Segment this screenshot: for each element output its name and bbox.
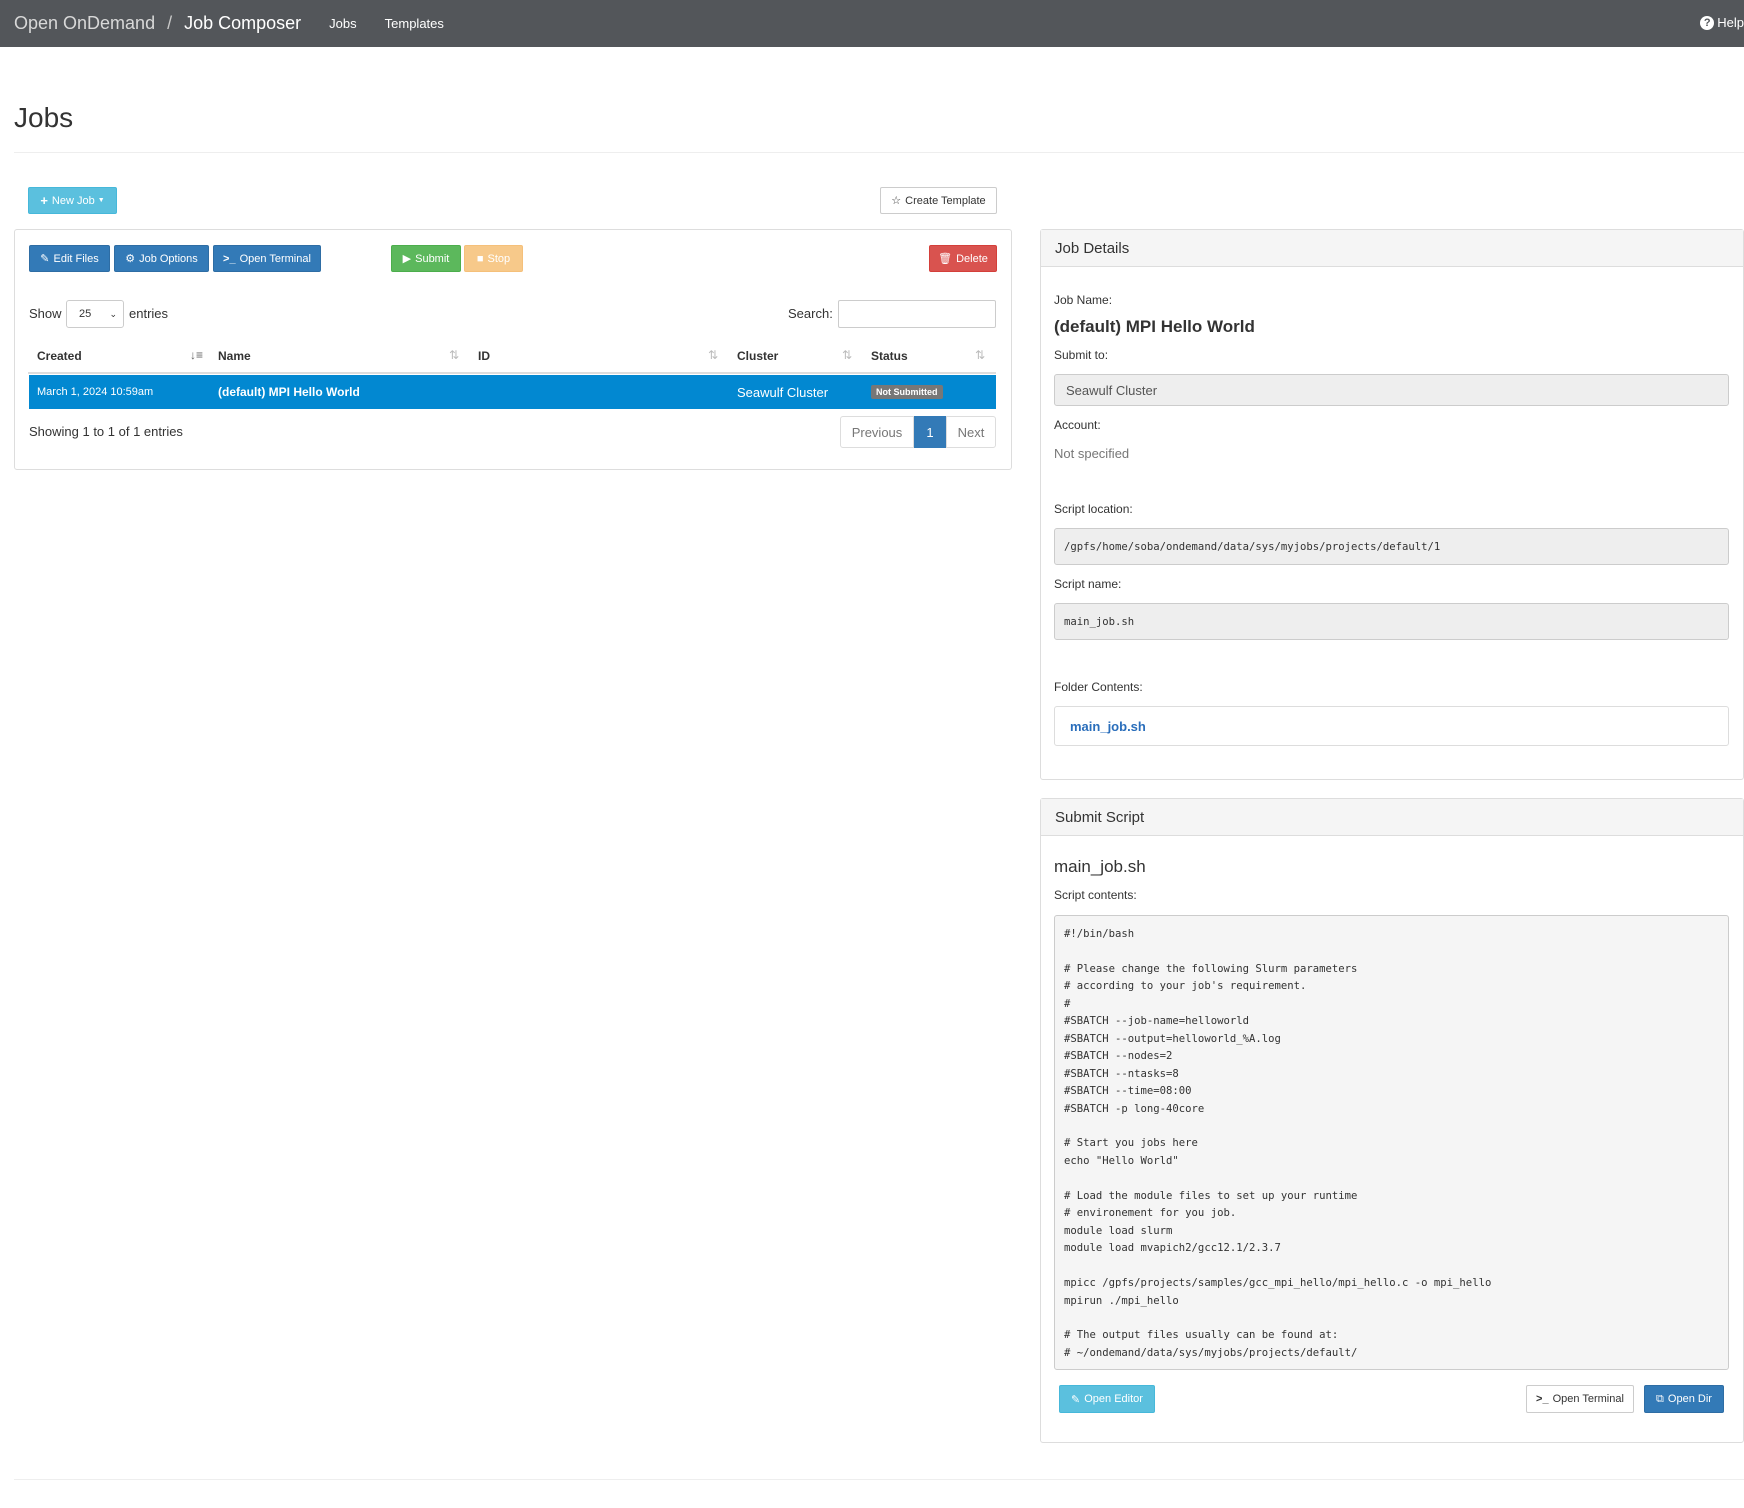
job-name-value: (default) MPI Hello World — [1054, 317, 1255, 336]
folder-contents-list: main_job.sh — [1054, 706, 1729, 746]
account-label: Account: — [1054, 418, 1101, 432]
script-filename: main_job.sh — [1054, 857, 1146, 876]
script-open-terminal-button[interactable]: >_ Open Terminal — [1526, 1385, 1634, 1413]
job-options-label: Job Options — [139, 252, 198, 265]
page-size-select[interactable]: 25 ⌄ — [66, 300, 124, 328]
script-contents-label: Script contents: — [1054, 888, 1137, 902]
caret-down-icon: ▼ — [97, 197, 105, 204]
new-job-dropdown-button[interactable]: + New Job ▼ — [28, 187, 117, 214]
terminal-icon: >_ — [223, 252, 236, 265]
script-name-value: main_job.sh — [1064, 616, 1135, 628]
sort-desc-icon: ↓≡ — [190, 348, 204, 362]
open-terminal-label: Open Terminal — [239, 252, 311, 265]
script-name-label: Script name: — [1054, 577, 1122, 591]
sort-icon: ⇅ — [708, 348, 719, 362]
script-contents: #!/bin/bash # Please change the followin… — [1054, 915, 1729, 1370]
submit-to-value: Seawulf Cluster — [1066, 383, 1158, 398]
submit-button[interactable]: ▶ Submit — [391, 245, 461, 272]
job-details-panel: Job Details — [1040, 229, 1744, 780]
terminal-icon: >_ — [1536, 1393, 1549, 1405]
open-editor-label: Open Editor — [1084, 1393, 1143, 1405]
column-header-created[interactable]: Created — [37, 349, 82, 363]
stop-button[interactable]: ■ Stop — [464, 245, 523, 272]
pagination-next[interactable]: Next — [946, 416, 996, 448]
gear-icon: ⚙ — [125, 253, 136, 265]
table-info: Showing 1 to 1 of 1 entries — [29, 424, 183, 439]
page-size-value: 25 — [79, 308, 92, 320]
search-label: Search: — [788, 306, 833, 321]
script-location-field: /gpfs/home/soba/ondemand/data/sys/myjobs… — [1054, 528, 1729, 565]
delete-label: Delete — [956, 252, 988, 265]
cell-name: (default) MPI Hello World — [218, 385, 360, 399]
script-open-terminal-label: Open Terminal — [1552, 1393, 1624, 1405]
new-job-label: New Job — [51, 194, 95, 207]
stop-label: Stop — [487, 252, 511, 265]
question-circle-icon: ? — [1700, 15, 1715, 30]
table-row[interactable]: March 1, 2024 10:59am (default) MPI Hell… — [29, 375, 996, 409]
nav-templates-link[interactable]: Templates — [385, 16, 444, 31]
chevron-down-icon: ⌄ — [109, 309, 117, 319]
brand-separator: / — [167, 13, 173, 33]
pagination-previous[interactable]: Previous — [840, 416, 914, 448]
job-name-label: Job Name: — [1054, 293, 1113, 307]
table-header-divider — [28, 372, 996, 374]
edit-files-label: Edit Files — [53, 252, 99, 265]
open-dir-button[interactable]: ⧉ Open Dir — [1644, 1385, 1724, 1413]
create-template-button[interactable]: ☆ Create Template — [880, 187, 997, 214]
help-menu[interactable]: ? Help — [1700, 15, 1744, 30]
edit-icon: ✎ — [40, 253, 50, 265]
job-details-heading: Job Details — [1041, 230, 1743, 267]
open-editor-button[interactable]: ✎ Open Editor — [1059, 1385, 1155, 1413]
search-input[interactable] — [838, 300, 996, 328]
edit-files-button[interactable]: ✎ Edit Files — [29, 245, 110, 272]
submit-to-field: Seawulf Cluster — [1054, 374, 1729, 406]
column-header-name[interactable]: Name — [218, 349, 251, 363]
script-name-field: main_job.sh — [1054, 603, 1729, 640]
stop-icon: ■ — [476, 252, 484, 265]
create-template-label: Create Template — [905, 194, 986, 207]
footer-divider — [14, 1479, 1744, 1480]
status-badge: Not Submitted — [871, 385, 943, 399]
script-location-label: Script location: — [1054, 502, 1133, 516]
brand-link[interactable]: Open OnDemand — [14, 13, 155, 34]
star-icon: ☆ — [891, 195, 902, 207]
job-options-button[interactable]: ⚙ Job Options — [114, 245, 209, 272]
submit-to-label: Submit to: — [1054, 348, 1109, 362]
plus-icon: + — [40, 193, 48, 208]
sort-icon: ⇅ — [975, 348, 986, 362]
sort-icon: ⇅ — [449, 348, 460, 362]
external-link-icon: ⧉ — [1656, 1392, 1664, 1405]
open-dir-label: Open Dir — [1667, 1393, 1712, 1405]
account-value: Not specified — [1054, 446, 1130, 461]
pagination-page-1[interactable]: 1 — [914, 416, 946, 448]
pencil-icon: ✎ — [1071, 1393, 1081, 1406]
submit-label: Submit — [415, 252, 450, 265]
column-header-status[interactable]: Status — [871, 349, 908, 363]
top-navbar: Open OnDemand / Job Composer Jobs Templa… — [0, 0, 1744, 47]
sort-icon: ⇅ — [842, 348, 853, 362]
trash-icon: 🗑 — [938, 253, 953, 265]
brand: Open OnDemand / Job Composer — [14, 13, 301, 34]
title-divider — [14, 152, 1744, 153]
cell-created: March 1, 2024 10:59am — [37, 386, 154, 398]
folder-file-link[interactable]: main_job.sh — [1070, 719, 1146, 734]
help-label: Help — [1717, 15, 1744, 30]
folder-contents-label: Folder Contents: — [1054, 680, 1143, 694]
delete-button[interactable]: 🗑 Delete — [929, 245, 997, 272]
submit-script-heading: Submit Script — [1041, 799, 1743, 836]
page-title: Jobs — [14, 102, 74, 133]
app-title-link[interactable]: Job Composer — [184, 13, 301, 34]
script-location-value: /gpfs/home/soba/ondemand/data/sys/myjobs… — [1064, 541, 1441, 553]
play-icon: ▶ — [402, 253, 412, 265]
column-header-cluster[interactable]: Cluster — [737, 349, 778, 363]
cell-cluster: Seawulf Cluster — [737, 385, 829, 400]
show-label: Show — [29, 306, 62, 321]
entries-label: entries — [129, 306, 169, 321]
nav-jobs-link[interactable]: Jobs — [329, 16, 356, 31]
column-header-id[interactable]: ID — [478, 349, 490, 363]
open-terminal-button[interactable]: >_ Open Terminal — [213, 245, 321, 272]
